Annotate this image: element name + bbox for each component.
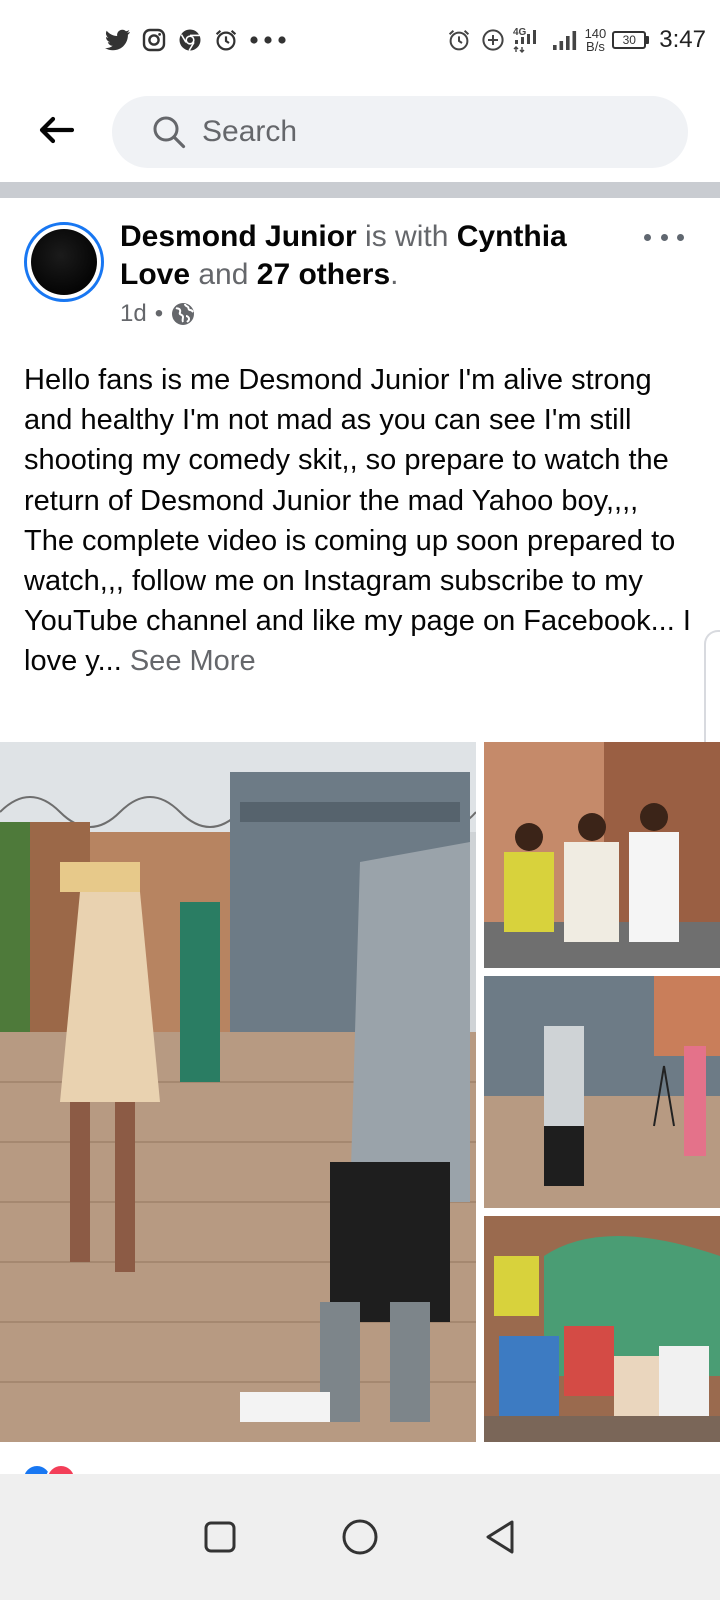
speed-unit: B/s [586, 39, 605, 54]
globe-icon [172, 303, 195, 325]
back-icon [486, 1520, 514, 1554]
status-bar: 4G 140 B/s 30 3:47 [0, 0, 720, 80]
back-nav-button[interactable] [470, 1507, 530, 1567]
and-text: and [190, 258, 257, 291]
alarm-icon [445, 26, 473, 54]
arrow-left-icon [39, 116, 74, 144]
with-text: is with [356, 220, 457, 253]
main-photo[interactable] [0, 742, 476, 1442]
recent-apps-button[interactable] [190, 1507, 250, 1567]
period: . [390, 258, 399, 291]
recent-apps-icon [204, 1521, 236, 1553]
feed-divider [0, 182, 720, 198]
photo-grid [0, 742, 720, 1442]
post-meta: 1d • [120, 300, 195, 328]
network-type-label: 4G [513, 27, 527, 38]
avatar-image [31, 229, 97, 295]
post-header: Desmond Junior is with Cynthia Love and … [120, 218, 640, 294]
more-dots-icon [248, 26, 288, 54]
data-saver-icon [479, 26, 507, 54]
notification-icons [104, 22, 288, 58]
home-button[interactable] [330, 1507, 390, 1567]
search-input[interactable] [202, 115, 622, 149]
others-link[interactable]: 27 others [257, 258, 390, 291]
search-bar[interactable] [112, 96, 688, 168]
meta-separator: • [154, 300, 164, 327]
author-name[interactable]: Desmond Junior [120, 220, 357, 253]
post-options-button[interactable] [644, 222, 684, 252]
post-text: Hello fans is me Desmond Junior I'm aliv… [24, 364, 691, 678]
signal-icon [551, 26, 579, 54]
battery-icon: 30 [612, 31, 650, 49]
system-indicators: 4G 140 B/s 30 3:47 [445, 20, 706, 60]
twitter-icon [104, 26, 132, 54]
post-body: Hello fans is me Desmond Junior I'm aliv… [24, 360, 694, 682]
see-more-link[interactable]: See More [130, 645, 256, 677]
system-nav-bar [0, 1474, 720, 1600]
clock: 3:47 [659, 26, 706, 53]
alarm-icon [212, 26, 240, 54]
photo-group[interactable] [484, 742, 720, 968]
signal-4g-icon: 4G [513, 26, 545, 54]
post-time[interactable]: 1d [120, 300, 147, 328]
search-icon [153, 116, 186, 149]
photo-party[interactable] [484, 1216, 720, 1442]
back-button[interactable] [30, 104, 82, 156]
chrome-icon [176, 26, 204, 54]
instagram-icon [140, 26, 168, 54]
photo-gate[interactable] [484, 976, 720, 1208]
search-header [0, 80, 720, 180]
avatar[interactable] [24, 222, 104, 302]
home-icon [342, 1519, 378, 1555]
battery-level: 30 [612, 31, 647, 49]
network-speed: 140 B/s [585, 27, 607, 53]
